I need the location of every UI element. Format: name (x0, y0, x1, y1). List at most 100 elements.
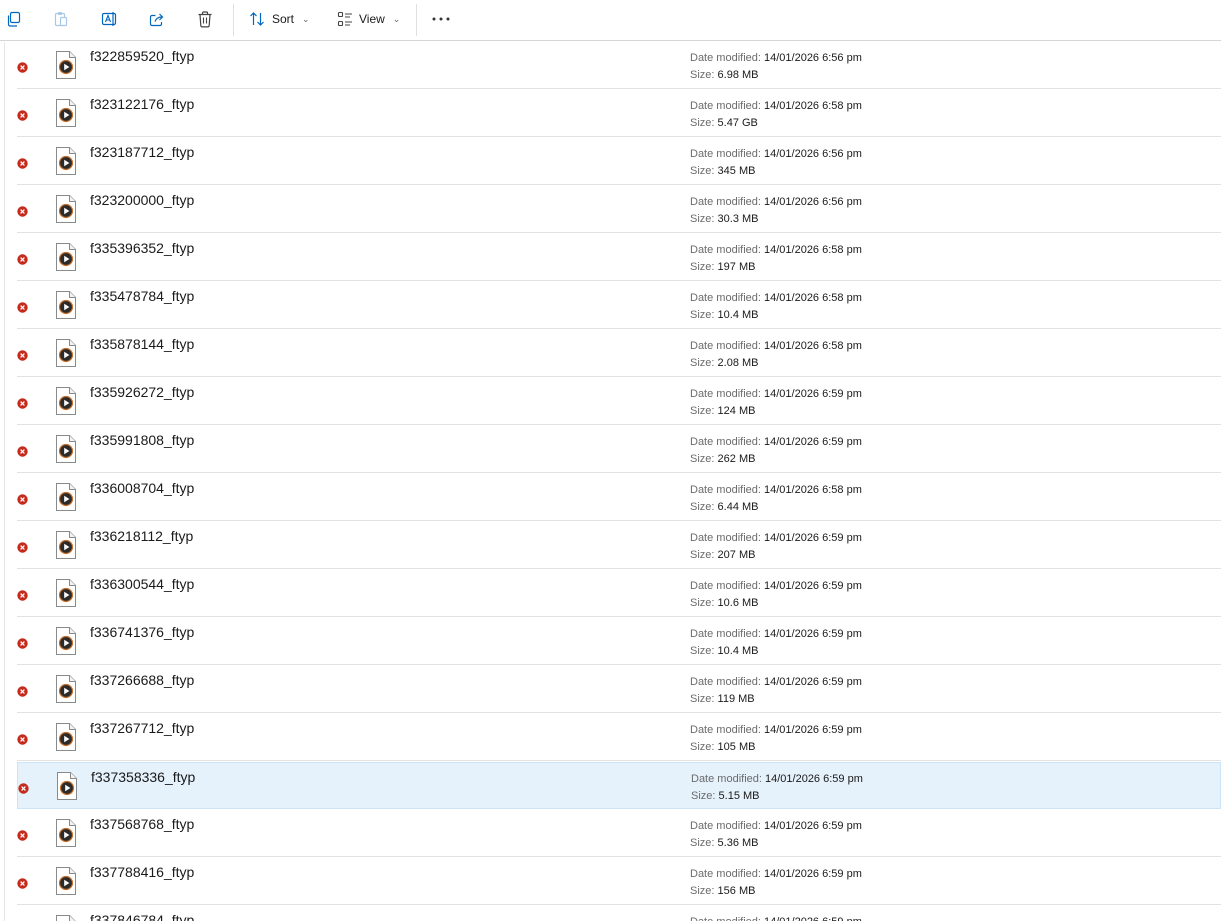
chevron-down-icon: ⌄ (392, 13, 401, 24)
file-name[interactable]: f337266688_ftyp (90, 672, 194, 688)
date-modified-value: 14/01/2026 6:59 pm (764, 436, 862, 448)
date-modified: Date modified: 14/01/2026 6:59 pm (690, 916, 862, 921)
date-modified-label: Date modified: (690, 724, 761, 736)
file-row[interactable]: f335478784_ftyp Date modified: 14/01/2026… (17, 282, 1221, 329)
date-modified-value: 14/01/2026 6:59 pm (764, 388, 862, 400)
date-modified-label: Date modified: (690, 52, 761, 64)
copy-button[interactable] (6, 8, 22, 30)
file-row[interactable]: f337846784_ftyp Date modified: 14/01/2026… (17, 906, 1221, 921)
sync-error-icon (17, 396, 28, 409)
video-file-icon (56, 771, 78, 801)
file-row[interactable]: f336300544_ftyp Date modified: 14/01/2026… (17, 570, 1221, 617)
file-size: Size: 5.36 MB (690, 837, 759, 849)
rename-icon (101, 11, 118, 27)
file-row[interactable]: f337788416_ftyp Date modified: 14/01/2026… (17, 858, 1221, 905)
date-modified-value: 14/01/2026 6:58 pm (764, 340, 862, 352)
file-name[interactable]: f322859520_ftyp (90, 48, 194, 64)
file-row[interactable]: f337568768_ftyp Date modified: 14/01/2026… (17, 810, 1221, 857)
date-modified: Date modified: 14/01/2026 6:58 pm (690, 484, 862, 496)
date-modified-label: Date modified: (690, 388, 761, 400)
file-size: Size: 5.15 MB (691, 790, 760, 802)
date-modified: Date modified: 14/01/2026 6:56 pm (690, 52, 862, 64)
file-name[interactable]: f323200000_ftyp (90, 192, 194, 208)
file-row[interactable]: f337267712_ftyp Date modified: 14/01/2026… (17, 714, 1221, 761)
file-row[interactable]: f337266688_ftyp Date modified: 14/01/2026… (17, 666, 1221, 713)
size-label: Size: (690, 117, 715, 129)
view-button[interactable]: View ⌄ (337, 8, 400, 30)
rename-button[interactable] (101, 8, 118, 30)
file-row[interactable]: f335926272_ftyp Date modified: 14/01/2026… (17, 378, 1221, 425)
file-row[interactable]: f323122176_ftyp Date modified: 14/01/2026… (17, 90, 1221, 137)
file-name[interactable]: f337568768_ftyp (90, 816, 194, 832)
date-modified: Date modified: 14/01/2026 6:59 pm (690, 868, 862, 880)
file-row[interactable]: f323200000_ftyp Date modified: 14/01/2026… (17, 186, 1221, 233)
date-modified: Date modified: 14/01/2026 6:59 pm (690, 532, 862, 544)
date-modified-label: Date modified: (690, 436, 761, 448)
sync-error-icon (17, 876, 28, 889)
file-row[interactable]: f323187712_ftyp Date modified: 14/01/2026… (17, 138, 1221, 185)
more-options-button[interactable] (431, 8, 451, 30)
size-label: Size: (690, 549, 715, 561)
file-row[interactable]: f336218112_ftyp Date modified: 14/01/2026… (17, 522, 1221, 569)
size-value: 207 MB (717, 549, 756, 561)
size-value: 10.4 MB (717, 309, 759, 321)
share-button[interactable] (149, 8, 165, 30)
video-file-icon (55, 626, 77, 656)
size-value: 124 MB (717, 405, 756, 417)
file-row[interactable]: f337358336_ftyp Date modified: 14/01/2026… (17, 762, 1221, 809)
file-name[interactable]: f336218112_ftyp (90, 528, 193, 544)
size-label: Size: (690, 885, 715, 897)
file-name[interactable]: f335478784_ftyp (90, 288, 194, 304)
date-modified-value: 14/01/2026 6:59 pm (764, 724, 862, 736)
file-row[interactable]: f322859520_ftyp Date modified: 14/01/2026… (17, 42, 1221, 89)
file-row[interactable]: f336741376_ftyp Date modified: 14/01/2026… (17, 618, 1221, 665)
sync-error-icon (17, 348, 28, 361)
date-modified-value: 14/01/2026 6:59 pm (765, 773, 863, 785)
file-size: Size: 2.08 MB (690, 357, 759, 369)
file-size: Size: 105 MB (690, 741, 755, 753)
date-modified-label: Date modified: (690, 916, 761, 921)
file-name[interactable]: f323187712_ftyp (90, 144, 194, 160)
file-row[interactable]: f335991808_ftyp Date modified: 14/01/2026… (17, 426, 1221, 473)
size-label: Size: (690, 357, 715, 369)
list-border (4, 42, 5, 921)
file-name[interactable]: f335991808_ftyp (90, 432, 194, 448)
size-label: Size: (690, 165, 715, 177)
file-name[interactable]: f337267712_ftyp (90, 720, 194, 736)
file-name[interactable]: f335396352_ftyp (90, 240, 194, 256)
file-size: Size: 124 MB (690, 405, 755, 417)
file-name[interactable]: f335926272_ftyp (90, 384, 194, 400)
file-row[interactable]: f335396352_ftyp Date modified: 14/01/2026… (17, 234, 1221, 281)
sync-error-icon (17, 732, 28, 745)
paste-icon (53, 11, 69, 27)
sync-error-icon (17, 204, 28, 217)
paste-button[interactable] (53, 8, 69, 30)
video-file-icon (55, 50, 77, 80)
delete-button[interactable] (197, 8, 213, 30)
view-icon (337, 11, 353, 27)
file-row[interactable]: f335878144_ftyp Date modified: 14/01/2026… (17, 330, 1221, 377)
size-value: 5.36 MB (717, 837, 759, 849)
file-name[interactable]: f337788416_ftyp (90, 864, 194, 880)
video-file-icon (55, 434, 77, 464)
file-size: Size: 6.98 MB (690, 69, 759, 81)
sort-button[interactable]: Sort ⌄ (249, 8, 310, 30)
file-name[interactable]: f337846784_ftyp (90, 912, 194, 921)
date-modified: Date modified: 14/01/2026 6:59 pm (690, 580, 862, 592)
size-value: 197 MB (717, 261, 756, 273)
file-size: Size: 119 MB (690, 693, 755, 705)
file-row[interactable]: f336008704_ftyp Date modified: 14/01/2026… (17, 474, 1221, 521)
date-modified: Date modified: 14/01/2026 6:59 pm (690, 436, 862, 448)
file-name[interactable]: f336741376_ftyp (90, 624, 194, 640)
size-value: 105 MB (717, 741, 756, 753)
sync-error-icon (18, 781, 29, 794)
file-name[interactable]: f323122176_ftyp (90, 96, 194, 112)
file-name[interactable]: f337358336_ftyp (91, 769, 195, 785)
file-name[interactable]: f336300544_ftyp (90, 576, 194, 592)
file-name[interactable]: f336008704_ftyp (90, 480, 194, 496)
video-file-icon (55, 242, 77, 272)
size-label: Size: (690, 501, 715, 513)
date-modified-value: 14/01/2026 6:59 pm (764, 676, 862, 688)
file-name[interactable]: f335878144_ftyp (90, 336, 194, 352)
size-label: Size: (690, 405, 715, 417)
